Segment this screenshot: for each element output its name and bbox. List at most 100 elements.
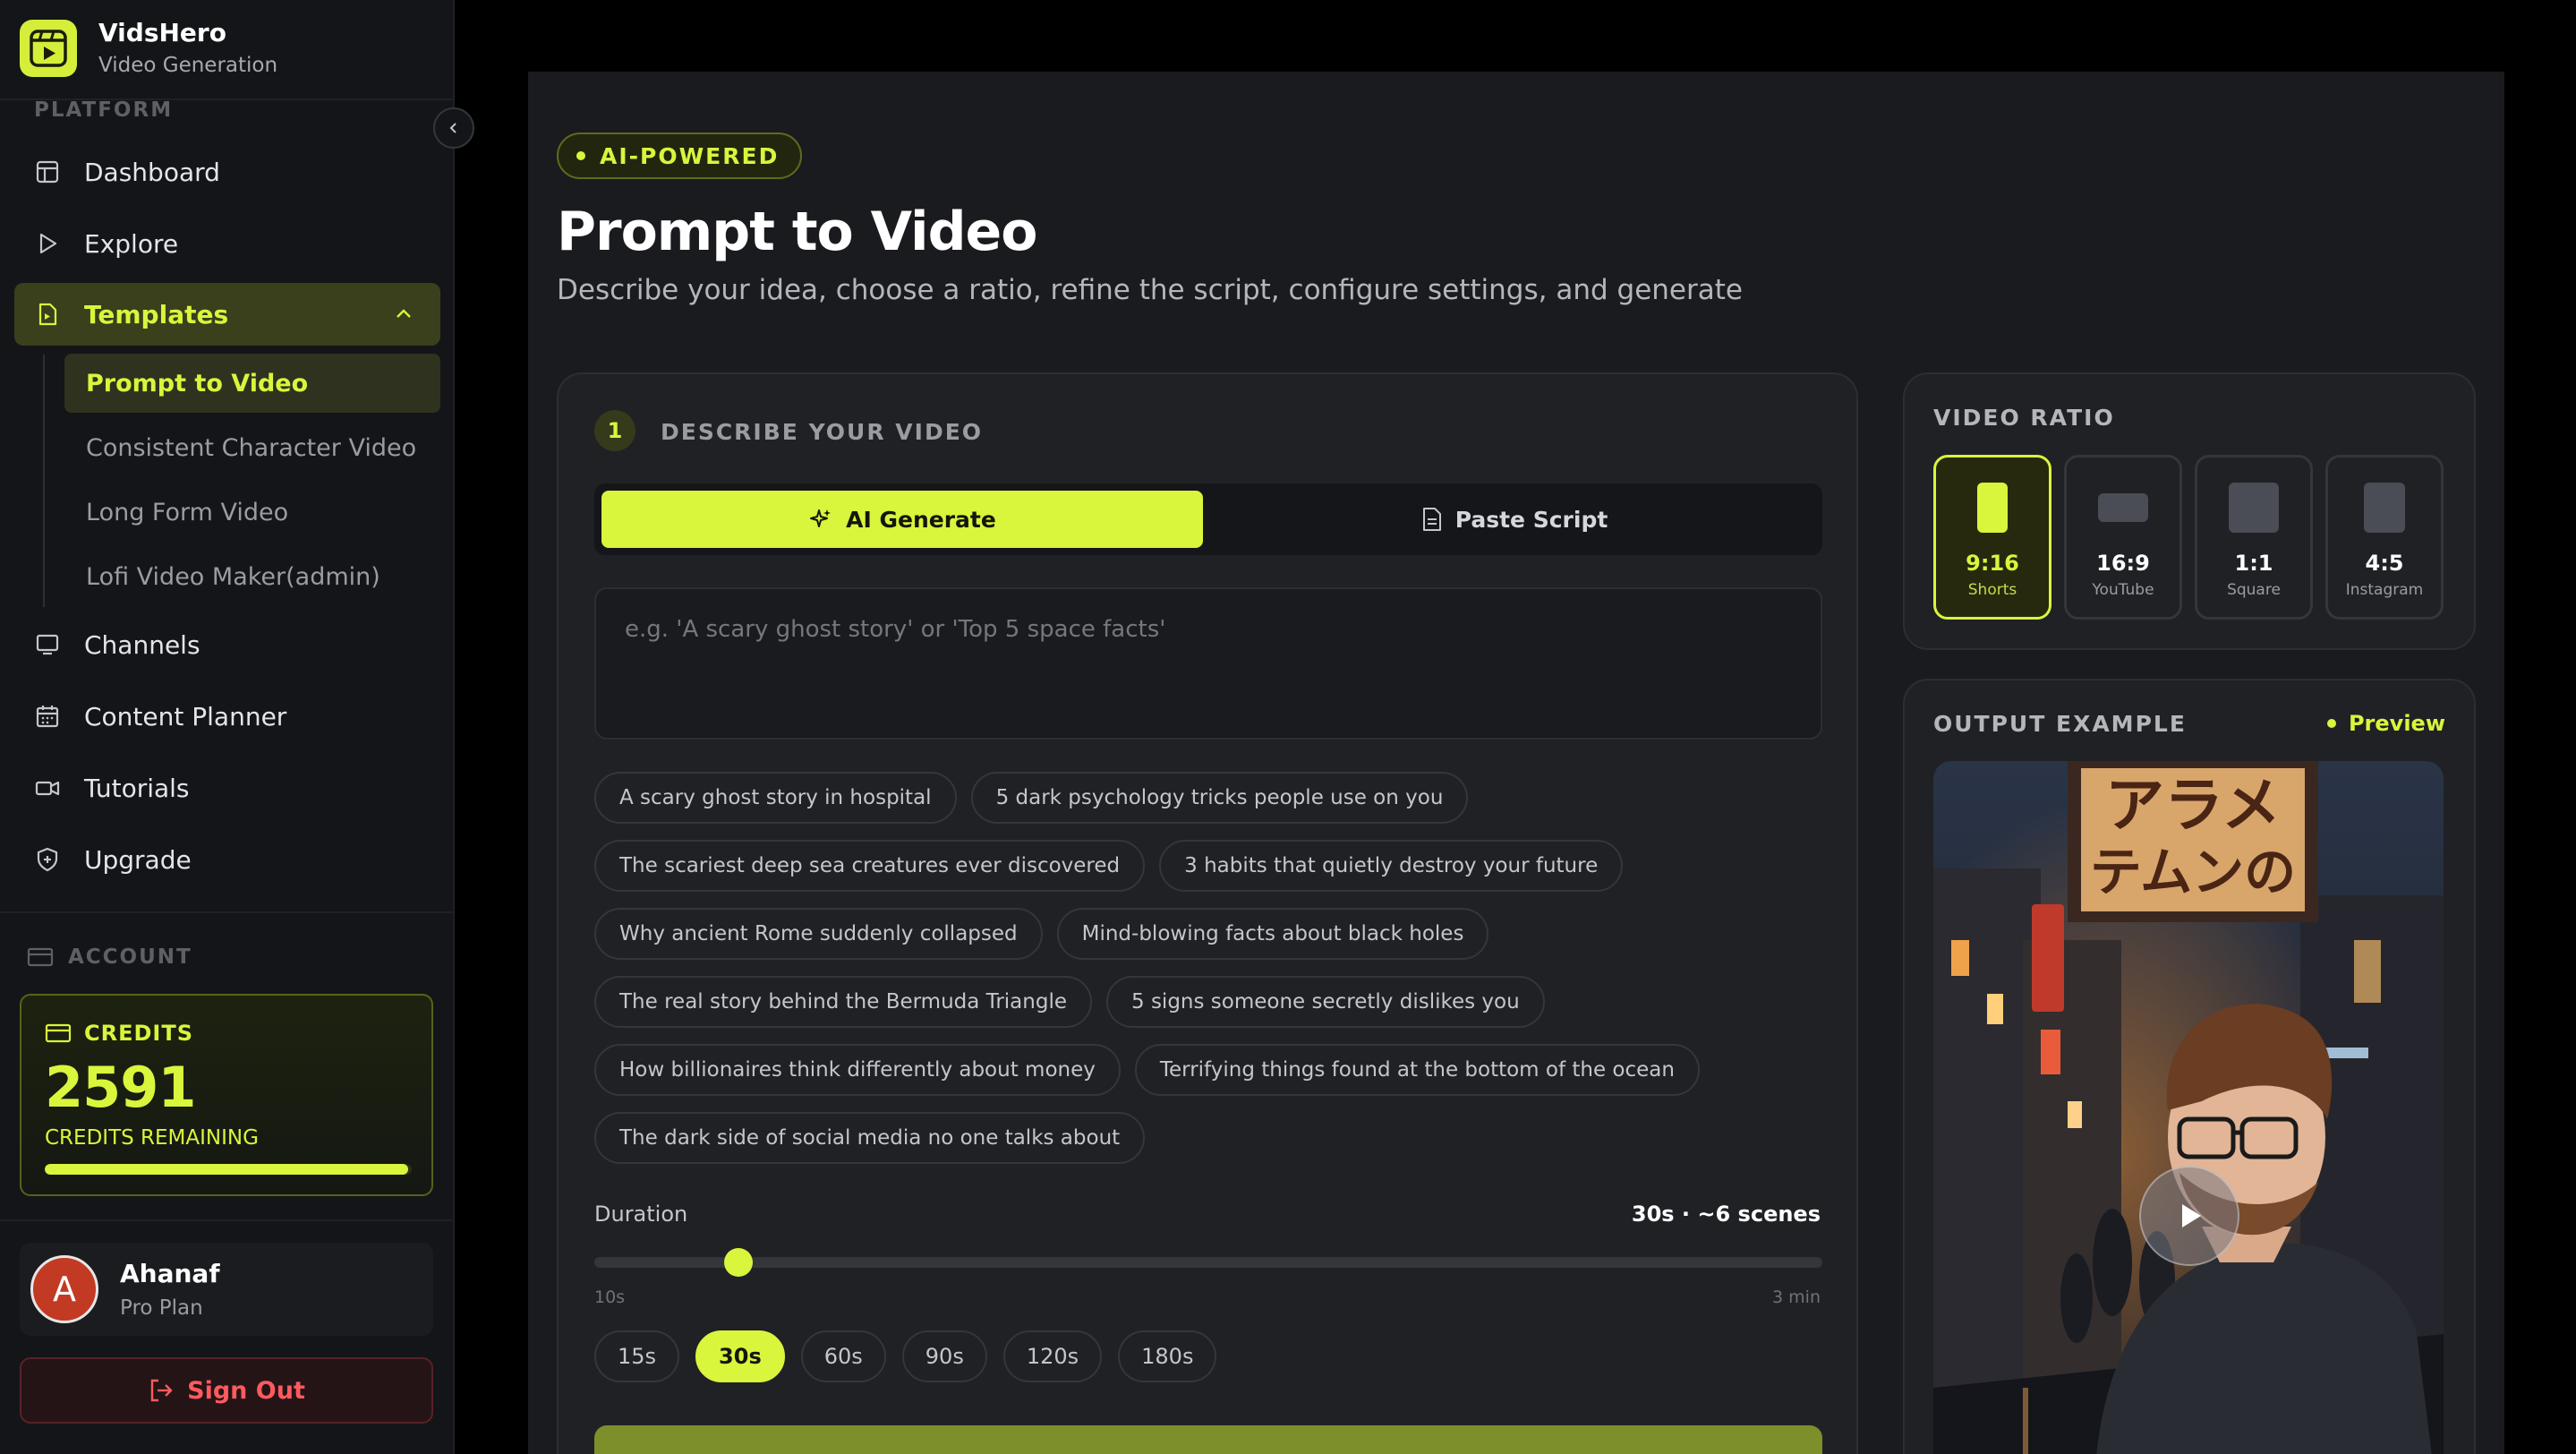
sign-out-button[interactable]: Sign Out xyxy=(20,1357,433,1424)
ratio-label: Instagram xyxy=(2345,581,2424,599)
platform-section-label: PLATFORM xyxy=(34,98,174,122)
sidebar-item-upgrade[interactable]: Upgrade xyxy=(14,828,440,891)
brand-name: VidsHero xyxy=(98,18,226,47)
chip-row: Why ancient Rome suddenly collapsed Mind… xyxy=(594,908,1830,960)
sidebar-item-content-planner[interactable]: Content Planner xyxy=(14,685,440,748)
portrait-ratio-icon xyxy=(1977,483,2008,533)
generate-script-button[interactable] xyxy=(594,1425,1822,1454)
submenu-item-lofi-video-maker[interactable]: Lofi Video Maker(admin) xyxy=(64,547,440,606)
tab-ai-generate[interactable]: AI Generate xyxy=(601,491,1203,548)
chevron-up-icon xyxy=(397,309,411,318)
duration-slider-thumb[interactable] xyxy=(724,1248,754,1277)
describe-card-title: DESCRIBE YOUR VIDEO xyxy=(661,419,984,445)
submenu-item-prompt-to-video[interactable]: Prompt to Video xyxy=(64,354,440,413)
user-profile-card[interactable]: A Ahanaf Pro Plan xyxy=(20,1243,433,1336)
sidebar-item-label: Content Planner xyxy=(84,701,287,731)
duration-slider[interactable] xyxy=(594,1248,1822,1277)
sidebar-item-dashboard[interactable]: Dashboard xyxy=(14,141,440,203)
sidebar-item-explore[interactable]: Explore xyxy=(14,212,440,275)
card-icon xyxy=(45,1023,72,1043)
ratio-label: YouTube xyxy=(2092,581,2154,599)
suggestion-chip[interactable]: The real story behind the Bermuda Triang… xyxy=(594,976,1092,1028)
duration-preset-120s[interactable]: 120s xyxy=(1002,1330,1103,1382)
input-mode-tabs: AI Generate Paste Script xyxy=(594,483,1822,555)
sidebar-item-label: Templates xyxy=(84,299,229,329)
badge-label: AI-POWERED xyxy=(600,142,780,169)
ratio-option-4-5[interactable]: 4:5 Instagram xyxy=(2325,455,2444,620)
layout-icon xyxy=(34,158,61,185)
brand-subtitle: Video Generation xyxy=(98,54,278,77)
suggestion-chip[interactable]: 3 habits that quietly destroy your futur… xyxy=(1159,840,1624,892)
ratio-option-1-1[interactable]: 1:1 Square xyxy=(2195,455,2313,620)
duration-preset-180s[interactable]: 180s xyxy=(1118,1330,1217,1382)
sign-out-label: Sign Out xyxy=(187,1376,305,1405)
output-example-title: OUTPUT EXAMPLE xyxy=(1933,711,2187,737)
credits-header: CREDITS xyxy=(45,1021,193,1046)
submenu-item-consistent-character-video[interactable]: Consistent Character Video xyxy=(64,418,440,477)
main-content: AI-POWERED Prompt to Video Describe your… xyxy=(528,72,2504,1454)
suggestion-chip[interactable]: Mind-blowing facts about black holes xyxy=(1056,908,1489,960)
video-ratio-card: VIDEO RATIO 9:16 Shorts 16:9 YouTube 1:1… xyxy=(1903,372,2476,650)
duration-label: Duration xyxy=(594,1202,688,1227)
sidebar-divider xyxy=(0,1219,455,1221)
sidebar-item-label: Upgrade xyxy=(84,844,192,875)
ratio-option-16-9[interactable]: 16:9 YouTube xyxy=(2064,455,2182,620)
page-title: Prompt to Video xyxy=(557,201,1037,263)
avatar: A xyxy=(30,1255,98,1323)
collapse-sidebar-button[interactable] xyxy=(433,107,474,149)
ratio-value: 4:5 xyxy=(2365,551,2404,576)
preview-link[interactable]: Preview xyxy=(2326,711,2445,736)
suggestion-chip[interactable]: How billionaires think differently about… xyxy=(594,1044,1121,1096)
example-video-thumbnail[interactable]: アラメ テムンの xyxy=(1933,761,2444,1454)
credits-progress-fill xyxy=(45,1164,408,1175)
account-section-header: ACCOUNT xyxy=(27,945,192,969)
duration-preset-60s[interactable]: 60s xyxy=(800,1330,886,1382)
card-icon xyxy=(27,947,54,967)
credits-title: CREDITS xyxy=(84,1021,193,1046)
document-icon xyxy=(1421,507,1443,532)
monitor-icon xyxy=(34,631,61,658)
anime-street-scene-image: アラメ テムンの xyxy=(1933,761,2444,1454)
suggestion-chip[interactable]: 5 signs someone secretly dislikes you xyxy=(1106,976,1545,1028)
suggestion-chip[interactable]: The dark side of social media no one tal… xyxy=(594,1112,1146,1164)
tab-label: Paste Script xyxy=(1454,506,1608,533)
suggestion-chip[interactable]: A scary ghost story in hospital xyxy=(594,772,957,824)
duration-preset-90s[interactable]: 90s xyxy=(901,1330,987,1382)
brand-header[interactable]: VidsHero Video Generation xyxy=(0,0,455,100)
account-section-label: ACCOUNT xyxy=(68,945,192,969)
slider-max-label: 3 min xyxy=(1772,1287,1821,1307)
shield-plus-icon xyxy=(34,846,61,873)
tab-label: AI Generate xyxy=(846,506,996,533)
suggestion-chip[interactable]: Terrifying things found at the bottom of… xyxy=(1134,1044,1700,1096)
suggestion-chip[interactable]: The scariest deep sea creatures ever dis… xyxy=(594,840,1146,892)
play-triangle-icon xyxy=(34,230,61,257)
sidebar-item-channels[interactable]: Channels xyxy=(14,613,440,676)
sidebar-item-label: Tutorials xyxy=(84,773,190,803)
ratio-label: Shorts xyxy=(1967,581,2017,599)
ratio-value: 16:9 xyxy=(2096,551,2150,576)
play-button[interactable] xyxy=(2139,1166,2239,1266)
submenu-item-long-form-video[interactable]: Long Form Video xyxy=(64,483,440,542)
credits-value: 2591 xyxy=(45,1055,197,1120)
calendar-icon xyxy=(34,703,61,730)
ratio-value: 9:16 xyxy=(1966,551,2019,576)
sidebar-item-tutorials[interactable]: Tutorials xyxy=(14,757,440,819)
credits-card: CREDITS 2591 CREDITS REMAINING xyxy=(20,994,433,1196)
sidebar-item-templates[interactable]: Templates xyxy=(14,283,440,346)
suggestion-chip[interactable]: 5 dark psychology tricks people use on y… xyxy=(970,772,1469,824)
video-camera-icon xyxy=(34,774,61,801)
step-number-badge: 1 xyxy=(594,410,635,451)
sparkles-icon xyxy=(808,507,833,532)
prompt-input[interactable] xyxy=(594,587,1822,740)
page-subtitle: Describe your idea, choose a ratio, refi… xyxy=(557,274,1743,306)
square-ratio-icon xyxy=(2229,483,2279,533)
ratio-option-9-16[interactable]: 9:16 Shorts xyxy=(1933,455,2051,620)
play-icon xyxy=(2182,1204,2201,1227)
suggestion-chip[interactable]: Why ancient Rome suddenly collapsed xyxy=(594,908,1043,960)
duration-preset-30s[interactable]: 30s xyxy=(695,1330,785,1382)
tab-paste-script[interactable]: Paste Script xyxy=(1214,491,1815,548)
duration-preset-15s[interactable]: 15s xyxy=(594,1330,680,1382)
user-plan: Pro Plan xyxy=(120,1296,203,1320)
svg-text:テムンの: テムンの xyxy=(2090,842,2296,902)
portrait-ratio-icon xyxy=(2364,483,2405,533)
